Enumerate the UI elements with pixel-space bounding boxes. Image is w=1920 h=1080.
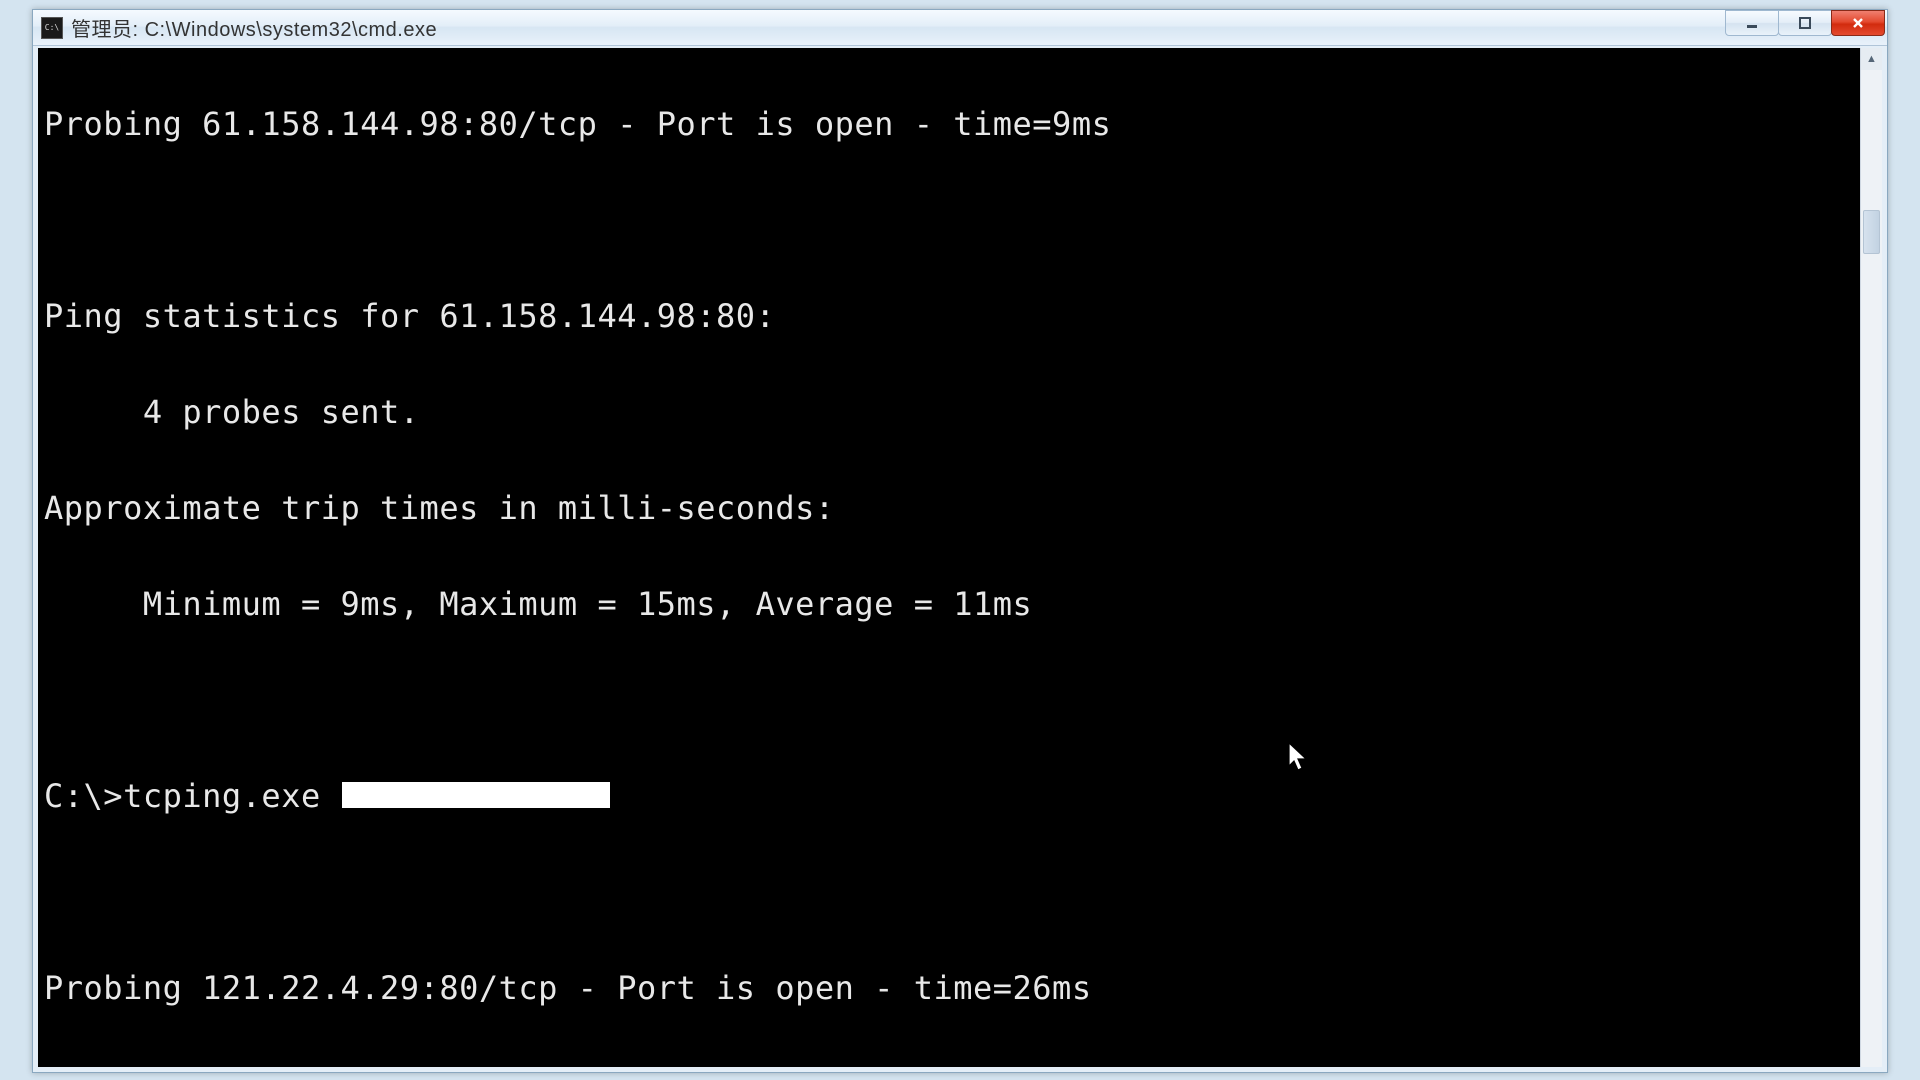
- minimize-button[interactable]: [1725, 10, 1779, 36]
- client-area: Probing 61.158.144.98:80/tcp - Port is o…: [33, 46, 1887, 1072]
- output-line: Probing 61.158.144.98:80/tcp - Port is o…: [44, 100, 1854, 148]
- minimize-icon: [1745, 16, 1759, 30]
- cmd-icon: [41, 17, 63, 39]
- titlebar[interactable]: 管理员: C:\Windows\system32\cmd.exe: [33, 10, 1887, 46]
- scroll-up-button[interactable]: ▲: [1861, 48, 1882, 70]
- maximize-button[interactable]: [1778, 10, 1832, 36]
- chevron-up-icon: ▲: [1866, 54, 1877, 65]
- output-line: Probing 121.22.4.29:80/tcp - Port is ope…: [44, 1060, 1854, 1072]
- close-button[interactable]: [1831, 10, 1885, 36]
- window-title: 管理员: C:\Windows\system32\cmd.exe: [71, 13, 437, 42]
- maximize-icon: [1798, 16, 1812, 30]
- vertical-scroll-track[interactable]: [1861, 70, 1882, 1072]
- prompt-text: C:\>tcping.exe: [44, 777, 340, 815]
- command-line: C:\>tcping.exe: [44, 772, 1854, 820]
- terminal-output[interactable]: Probing 61.158.144.98:80/tcp - Port is o…: [38, 48, 1860, 1072]
- output-line: 4 probes sent.: [44, 388, 1854, 436]
- output-line: Ping statistics for 61.158.144.98:80:: [44, 292, 1854, 340]
- window-controls: [1726, 10, 1885, 36]
- redacted-hostname: [342, 782, 610, 808]
- output-line: Probing 121.22.4.29:80/tcp - Port is ope…: [44, 964, 1854, 1012]
- vertical-scrollbar[interactable]: ▲ ▼: [1860, 48, 1882, 1072]
- output-line: Approximate trip times in milli-seconds:: [44, 484, 1854, 532]
- vertical-scroll-thumb[interactable]: [1863, 210, 1880, 254]
- close-icon: [1851, 16, 1865, 30]
- cmd-window: 管理员: C:\Windows\system32\cmd.exe Probing…: [32, 9, 1888, 1073]
- output-line: Minimum = 9ms, Maximum = 15ms, Average =…: [44, 580, 1854, 628]
